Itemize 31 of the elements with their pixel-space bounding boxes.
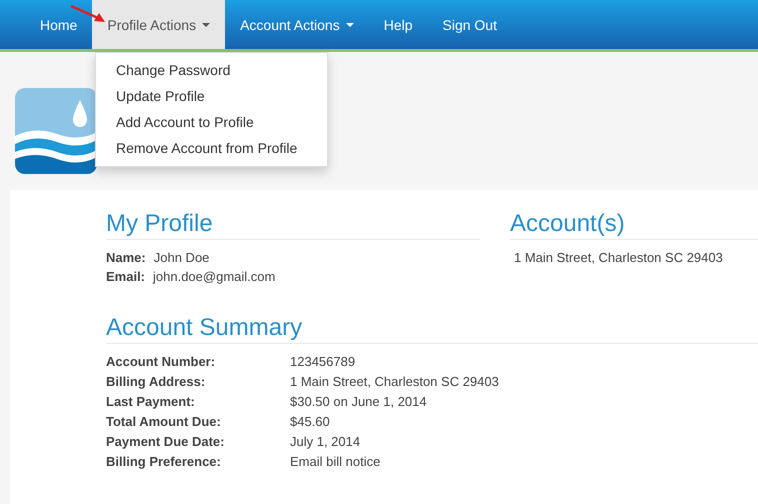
field-value: Email bill notice: [290, 453, 382, 471]
menu-item[interactable]: Add Account to Profile: [96, 109, 327, 135]
section-heading: My Profile: [106, 210, 480, 240]
field-label: Billing Preference:: [106, 453, 222, 471]
caret-icon: [202, 22, 210, 26]
field-label: Name:: [106, 249, 146, 267]
menu-item[interactable]: Remove Account from Profile: [96, 135, 327, 161]
field-value: 123456789: [290, 353, 356, 371]
section-heading: Account Summary: [106, 314, 758, 344]
field-label: Account Number:: [106, 353, 216, 371]
field-label: Total Amount Due:: [106, 413, 222, 431]
field-label: Payment Due Date:: [106, 433, 226, 451]
field-value: $30.50 on June 1, 2014: [290, 393, 428, 411]
field-value: 1 Main Street, Charleston SC 29403: [290, 373, 500, 391]
field-label: Email:: [106, 268, 146, 286]
section-heading: Account(s): [510, 210, 758, 240]
account-address: 1 Main Street, Charleston SC 29403: [513, 249, 724, 267]
field-value: July 1, 2014: [290, 433, 362, 451]
menu-item[interactable]: Change Password: [96, 57, 327, 83]
field-value: John Doe: [154, 249, 210, 267]
nav-link[interactable]: Sign Out: [428, 0, 512, 49]
field-value: john.doe@gmail.com: [153, 268, 276, 286]
menu-item[interactable]: Update Profile: [96, 83, 327, 109]
nav-link[interactable]: Profile Actions: [92, 0, 226, 49]
caret-icon: [346, 22, 354, 26]
nav-link[interactable]: Account Actions: [225, 0, 369, 49]
nav-link[interactable]: Home: [25, 0, 92, 49]
field-label: Last Payment:: [106, 393, 196, 411]
field-label: Billing Address:: [106, 373, 206, 391]
field-value: $45.60: [290, 413, 331, 431]
nav-link[interactable]: Help: [368, 0, 428, 49]
